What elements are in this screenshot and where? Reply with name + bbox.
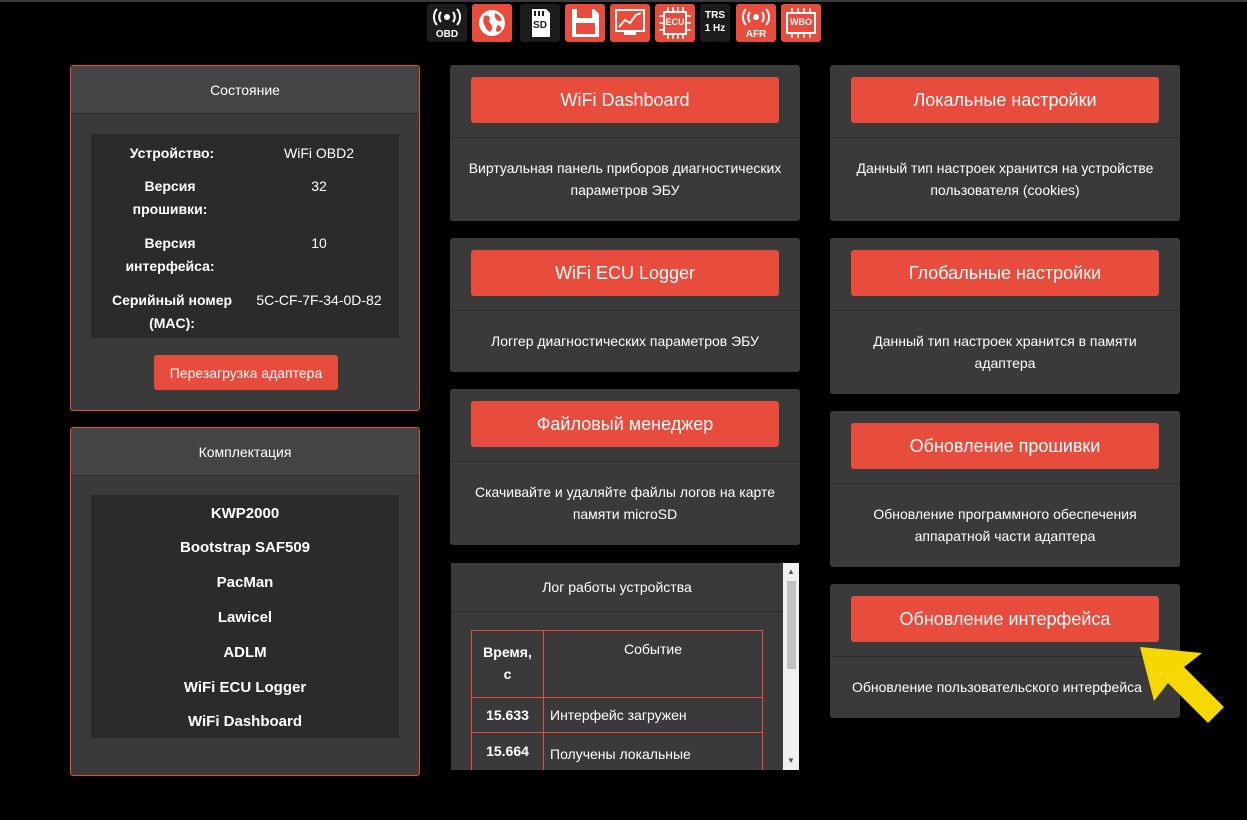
file-manager-button[interactable]: Файловый менеджер	[471, 401, 779, 447]
global-settings-desc: Данный тип настроек хранится в памяти ад…	[873, 333, 1137, 371]
wifi-ecu-logger-desc: Логгер диагностических параметров ЭБУ	[491, 333, 759, 349]
card-ui-update: Обновление интерфейса Обновление пользов…	[830, 584, 1180, 718]
kit-item: ADLM	[223, 644, 267, 661]
wbo-sensor-icon[interactable]: WBO	[781, 4, 821, 42]
save-floppy-icon[interactable]	[565, 4, 605, 42]
kit-panel-title: Комплектация	[71, 428, 419, 476]
scroll-up-icon[interactable]: ▲	[783, 565, 799, 579]
obd-status-icon[interactable]: OBD	[427, 4, 467, 42]
scroll-down-icon[interactable]: ▼	[783, 754, 799, 768]
wifi-dashboard-button[interactable]: WiFi Dashboard	[471, 77, 779, 123]
log-col-event: Событие	[543, 630, 763, 698]
device-log-title: Лог работы устройства	[451, 563, 783, 612]
file-manager-desc: Скачивайте и удаляйте файлы логов на кар…	[474, 484, 776, 522]
wifi-dashboard-desc: Виртуальная панель приборов диагностичес…	[468, 160, 782, 198]
card-firmware-update: Обновление прошивки Обновление программн…	[830, 411, 1180, 567]
state-panel-title: Состояние	[71, 66, 419, 114]
state-table: Устройство: WiFi OBD2 Версия прошивки: 3…	[91, 134, 399, 338]
card-file-manager: Файловый менеджер Скачивайте и удаляйте …	[450, 389, 800, 545]
kit-list: KWP2000 Bootstrap SAF509 PacMan Lawicel …	[91, 495, 399, 738]
kit-panel: Комплектация KWP2000 Bootstrap SAF509 Pa…	[70, 427, 420, 776]
afr-signal-icon[interactable]: AFR	[736, 4, 776, 42]
kit-item: Bootstrap SAF509	[179, 539, 311, 556]
kit-item: Lawicel	[217, 609, 273, 626]
ui-update-button[interactable]: Обновление интерфейса	[851, 596, 1159, 642]
device-log-table: Время, с Событие 15.633 Интерфейс загруж…	[471, 630, 763, 770]
table-row: 15.633 Интерфейс загружен	[471, 697, 763, 733]
log-col-time: Время, с	[471, 630, 544, 698]
log-scrollbar[interactable]: ▲ ▼	[783, 563, 799, 770]
global-settings-button[interactable]: Глобальные настройки	[851, 250, 1159, 296]
local-settings-button[interactable]: Локальные настройки	[851, 77, 1159, 123]
card-wifi-ecu-logger: WiFi ECU Logger Логгер диагностических п…	[450, 238, 800, 372]
ui-update-desc: Обновление пользовательского интерфейса	[852, 679, 1142, 695]
card-wifi-dashboard: WiFi Dashboard Виртуальная панель прибор…	[450, 65, 800, 221]
scroll-thumb[interactable]	[787, 581, 796, 669]
wifi-ecu-logger-button[interactable]: WiFi ECU Logger	[471, 250, 779, 296]
reboot-adapter-button[interactable]: Перезагрузка адаптера	[154, 355, 338, 390]
trs-frequency-badge[interactable]: TRS 1 Hz	[700, 4, 730, 42]
card-local-settings: Локальные настройки Данный тип настроек …	[830, 65, 1180, 221]
globe-icon[interactable]	[472, 4, 512, 42]
ecu-chip-icon[interactable]: ECU	[655, 4, 695, 42]
yellow-arrow-icon	[1140, 647, 1224, 723]
sd-card-icon[interactable]: SD	[520, 4, 560, 42]
local-settings-desc: Данный тип настроек хранится на устройст…	[856, 160, 1154, 198]
kit-item: PacMan	[216, 574, 274, 591]
top-divider	[0, 0, 1247, 2]
device-log-panel: Лог работы устройства Время, с Событие 1…	[451, 563, 799, 770]
chart-monitor-icon[interactable]	[610, 4, 650, 42]
state-panel: Состояние Устройство: WiFi OBD2 Версия п…	[70, 65, 420, 411]
firmware-update-button[interactable]: Обновление прошивки	[851, 423, 1159, 469]
kit-item: WiFi ECU Logger	[183, 679, 307, 696]
card-global-settings: Глобальные настройки Данный тип настроек…	[830, 238, 1180, 394]
kit-item: KWP2000	[210, 505, 280, 522]
log-table-header: Время, с Событие	[471, 630, 763, 698]
firmware-update-desc: Обновление программного обеспечения аппа…	[873, 506, 1137, 544]
kit-item: WiFi Dashboard	[187, 713, 303, 730]
table-row: 15.664 Получены локальные настройки адап…	[471, 732, 763, 770]
